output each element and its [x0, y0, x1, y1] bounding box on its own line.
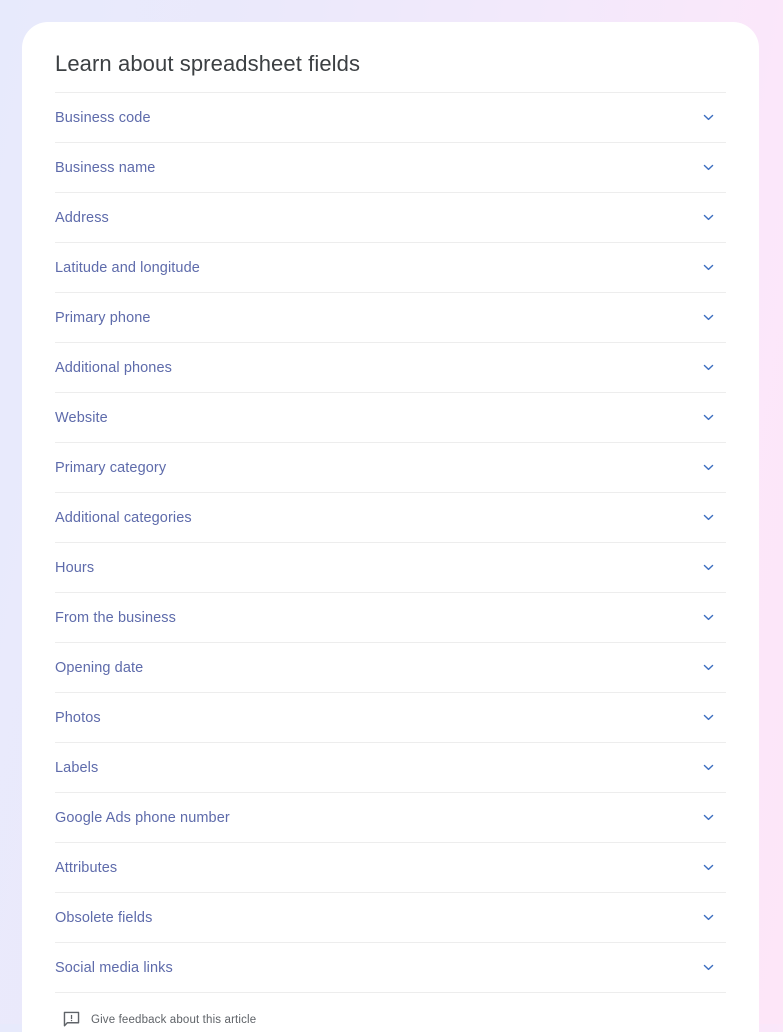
- accordion-item-label: Opening date: [55, 659, 144, 676]
- article-content: Learn about spreadsheet fields Business …: [22, 22, 759, 1029]
- accordion-item[interactable]: Latitude and longitude: [55, 243, 726, 293]
- chevron-down-icon[interactable]: [699, 359, 717, 377]
- chevron-down-icon[interactable]: [699, 409, 717, 427]
- accordion-item[interactable]: Opening date: [55, 643, 726, 693]
- chevron-down-icon[interactable]: [699, 709, 717, 727]
- accordion-item[interactable]: Website: [55, 393, 726, 443]
- accordion-item[interactable]: Google Ads phone number: [55, 793, 726, 843]
- chevron-down-icon[interactable]: [699, 209, 717, 227]
- accordion-item-label: Address: [55, 209, 109, 226]
- accordion-item-label: Additional phones: [55, 359, 172, 376]
- chevron-down-icon[interactable]: [699, 659, 717, 677]
- accordion-item[interactable]: Additional categories: [55, 493, 726, 543]
- chevron-down-icon[interactable]: [699, 609, 717, 627]
- accordion-item-label: Labels: [55, 759, 99, 776]
- accordion-item[interactable]: Attributes: [55, 843, 726, 893]
- accordion-item[interactable]: Primary category: [55, 443, 726, 493]
- accordion-item[interactable]: Primary phone: [55, 293, 726, 343]
- chevron-down-icon[interactable]: [699, 509, 717, 527]
- chevron-down-icon[interactable]: [699, 759, 717, 777]
- accordion-item[interactable]: Photos: [55, 693, 726, 743]
- accordion-item-label: Photos: [55, 709, 101, 726]
- accordion-item-label: Business name: [55, 159, 156, 176]
- accordion-item-label: Website: [55, 409, 108, 426]
- accordion-item[interactable]: Address: [55, 193, 726, 243]
- chevron-down-icon[interactable]: [699, 859, 717, 877]
- accordion-item[interactable]: Obsolete fields: [55, 893, 726, 943]
- accordion-item[interactable]: Hours: [55, 543, 726, 593]
- accordion-item[interactable]: Labels: [55, 743, 726, 793]
- accordion-item-label: Social media links: [55, 959, 173, 976]
- chevron-down-icon[interactable]: [699, 559, 717, 577]
- accordion-item-label: Primary phone: [55, 309, 151, 326]
- chevron-down-icon[interactable]: [699, 809, 717, 827]
- accordion-item[interactable]: Business code: [55, 93, 726, 143]
- accordion-item-label: Google Ads phone number: [55, 809, 230, 826]
- chevron-down-icon[interactable]: [699, 159, 717, 177]
- accordion-item-label: Primary category: [55, 459, 167, 476]
- chevron-down-icon[interactable]: [699, 459, 717, 477]
- accordion-item[interactable]: Additional phones: [55, 343, 726, 393]
- accordion-item-label: From the business: [55, 609, 176, 626]
- chevron-down-icon[interactable]: [699, 109, 717, 127]
- article-card: Learn about spreadsheet fields Business …: [22, 22, 759, 1032]
- spreadsheet-fields-accordion: Business code Business name Address Latitud…: [55, 92, 726, 993]
- accordion-item-label: Latitude and longitude: [55, 259, 200, 276]
- accordion-item[interactable]: Social media links: [55, 943, 726, 993]
- accordion-item-label: Attributes: [55, 859, 118, 876]
- page-title: Learn about spreadsheet fields: [55, 51, 361, 76]
- accordion-item-label: Additional categories: [55, 509, 192, 526]
- accordion-item-label: Obsolete fields: [55, 909, 153, 926]
- feedback-bubble-icon: [62, 1010, 81, 1029]
- chevron-down-icon[interactable]: [699, 259, 717, 277]
- accordion-item[interactable]: From the business: [55, 593, 726, 643]
- chevron-down-icon[interactable]: [699, 959, 717, 977]
- accordion-item[interactable]: Business name: [55, 143, 726, 193]
- accordion-item-label: Business code: [55, 109, 151, 126]
- accordion-item-label: Hours: [55, 559, 95, 576]
- chevron-down-icon[interactable]: [699, 909, 717, 927]
- give-feedback-label: Give feedback about this article: [91, 1013, 257, 1026]
- chevron-down-icon[interactable]: [699, 309, 717, 327]
